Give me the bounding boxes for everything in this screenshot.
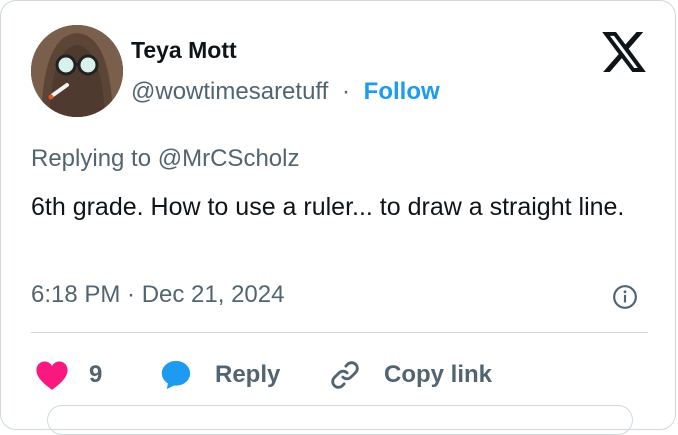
replying-to: Replying to @MrCScholz — [31, 143, 299, 175]
action-bar: 9 Reply Copy link — [31, 353, 651, 397]
reply-bubble-icon — [161, 360, 191, 390]
copy-link-label: Copy link — [384, 361, 493, 388]
divider — [31, 332, 648, 333]
like-button[interactable]: 9 — [35, 353, 102, 397]
link-icon — [331, 361, 359, 389]
author-name[interactable]: Teya Mott — [131, 35, 237, 65]
reply-label: Reply — [215, 361, 281, 388]
replying-prefix: Replying to — [31, 145, 158, 172]
tweet-text: 6th grade. How to use a ruler... to draw… — [31, 193, 625, 221]
author-handle-row: @wowtimesaretuff · Follow — [131, 77, 440, 107]
info-icon[interactable] — [612, 284, 638, 310]
follow-button[interactable]: Follow — [364, 78, 440, 105]
tweet-timestamp[interactable]: 6:18 PM · Dec 21, 2024 — [31, 279, 284, 311]
replying-mention[interactable]: @MrCScholz — [158, 145, 300, 172]
x-logo-icon[interactable] — [602, 32, 646, 72]
like-count: 9 — [89, 361, 103, 388]
read-replies-button[interactable] — [47, 405, 633, 435]
avatar[interactable] — [31, 25, 123, 117]
heart-icon — [36, 361, 68, 390]
handle-separator: · — [342, 78, 350, 105]
tweet-card: Teya Mott @wowtimesaretuff · Follow Repl… — [0, 0, 676, 435]
copy-link-button[interactable]: Copy link — [328, 353, 492, 397]
reply-button[interactable]: Reply — [159, 353, 280, 397]
author-handle[interactable]: @wowtimesaretuff — [131, 78, 328, 105]
